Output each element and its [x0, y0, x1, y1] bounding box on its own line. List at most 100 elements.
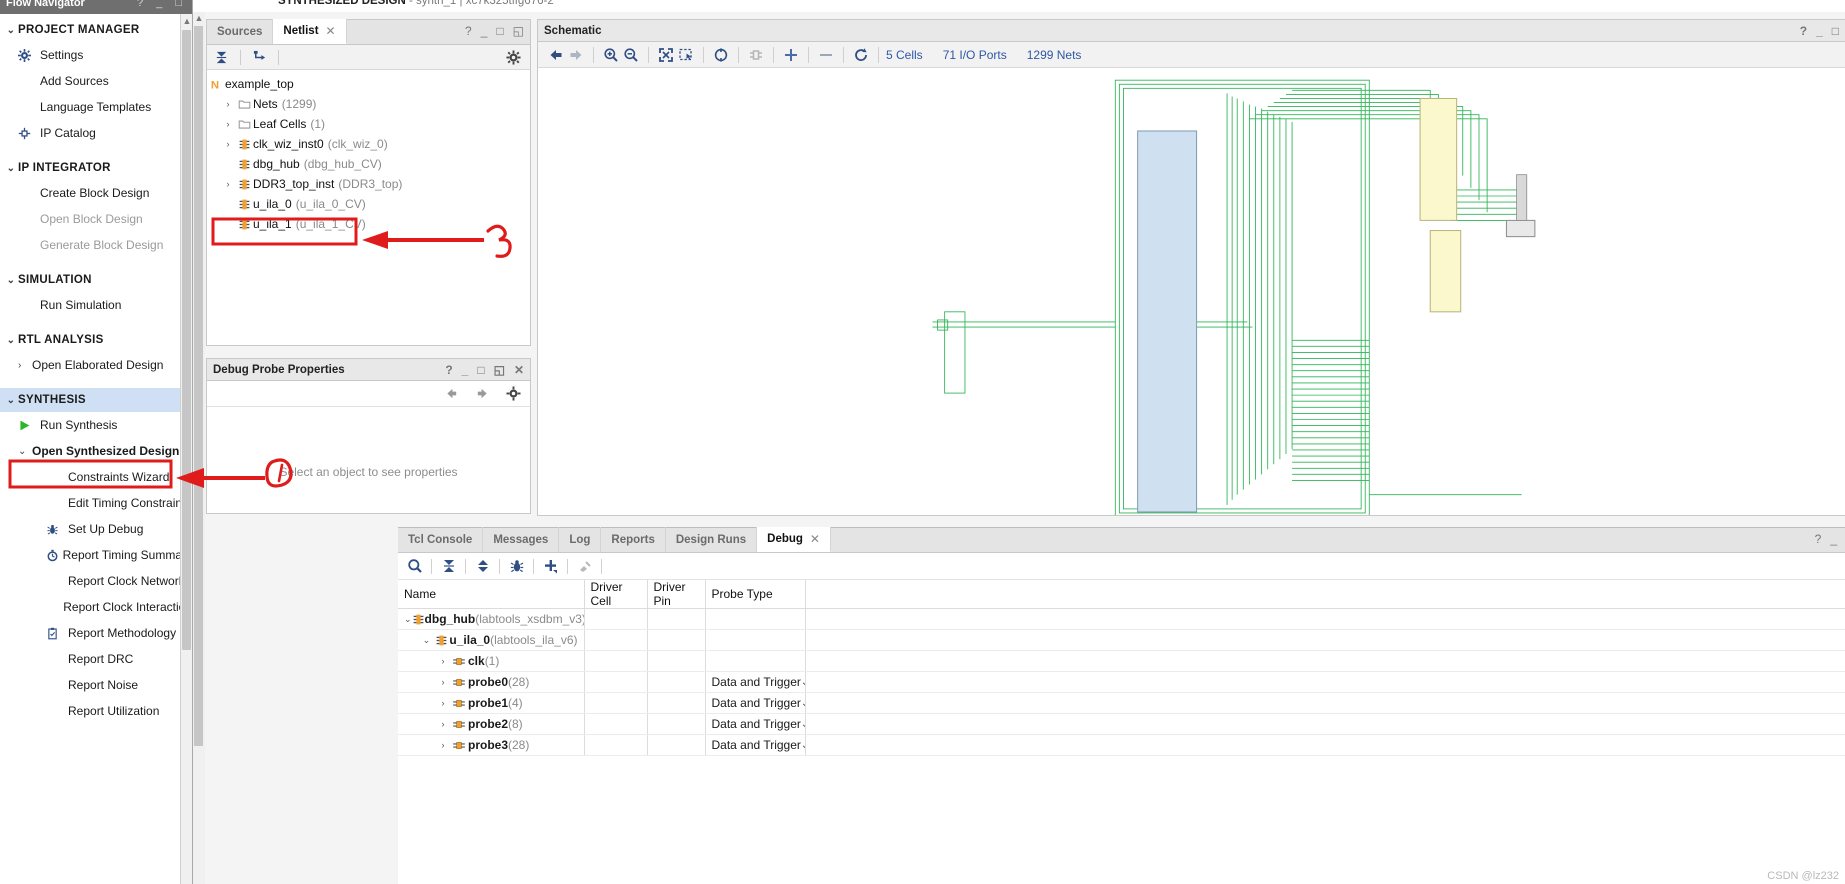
nav-item-run-synthesis[interactable]: Run Synthesis [0, 412, 192, 438]
help-icon[interactable]: ? [1815, 533, 1822, 545]
netlist-node-clk_wiz_inst0[interactable]: › clk_wiz_inst0 (clk_wiz_0) [207, 134, 530, 154]
nav-item-create-block-design[interactable]: Create Block Design [0, 180, 192, 206]
nav-section-synthesis[interactable]: ⌄ SYNTHESIS [0, 388, 192, 412]
netlist-window-buttons[interactable]: ? _ □ ◱ [465, 25, 524, 37]
tab-log[interactable]: Log [559, 527, 602, 552]
schematic-window-buttons[interactable]: ? _ □ [1800, 25, 1839, 37]
probe-type-cell[interactable]: Data and Trigger⌄ [705, 734, 806, 756]
nav-section-simulation[interactable]: ⌄ SIMULATION [0, 268, 192, 292]
nav-item-edit-timing-constraints[interactable]: Edit Timing Constraints [0, 490, 192, 516]
table-row[interactable]: › probe0(28) Data and Trigger⌄ [398, 671, 1845, 693]
minimize-icon[interactable]: _ [462, 364, 469, 376]
nav-item-settings[interactable]: Settings [0, 42, 192, 68]
nav-item-set-up-debug[interactable]: Set Up Debug [0, 516, 192, 542]
chevron-down-icon[interactable]: ⌄ [801, 677, 804, 688]
collapse-all-icon[interactable] [440, 558, 457, 575]
probe-name-cell[interactable]: ⌄ dbg_hub (labtools_xsdbm_v3) [398, 608, 585, 630]
forward-arrow-icon[interactable] [566, 46, 586, 63]
nav-item-open-elaborated-design[interactable]: › Open Elaborated Design [0, 352, 192, 378]
nav-item-report-clock-interaction[interactable]: Report Clock Interaction [0, 594, 192, 620]
expand-cell-icon[interactable] [746, 46, 766, 63]
console-window-buttons[interactable]: ? _ [1815, 533, 1837, 545]
minimize-icon[interactable]: _ [1816, 25, 1823, 37]
gear-icon[interactable] [505, 385, 522, 402]
chevron-right-icon[interactable]: › [221, 119, 235, 129]
chevron-down-icon[interactable]: ⌄ [404, 614, 412, 625]
assign-probe-icon[interactable] [576, 558, 593, 575]
column-header-name[interactable]: Name [398, 580, 585, 609]
tab-sources[interactable]: Sources [207, 19, 274, 44]
reload-icon[interactable] [851, 46, 871, 63]
probes-table-body[interactable]: ⌄ dbg_hub (labtools_xsdbm_v3) ⌄ u_ila_0 (labt… [398, 608, 1845, 756]
workspace-scroll-up-icon[interactable]: ▲ [193, 12, 205, 24]
help-icon[interactable]: ? [445, 364, 452, 376]
column-header-driver-cell[interactable]: Driver Cell [584, 580, 648, 609]
chevron-right-icon[interactable]: › [436, 698, 450, 708]
refresh-layout-icon[interactable] [711, 46, 731, 63]
search-icon[interactable] [406, 558, 423, 575]
nav-item-open-synthesized-design[interactable]: ⌄ Open Synthesized Design [0, 438, 192, 464]
maximize-icon[interactable]: □ [496, 25, 503, 37]
schematic-stat-1[interactable]: 71 I/O Ports [943, 48, 1007, 62]
help-icon[interactable]: ? [1800, 25, 1807, 37]
forward-arrow-icon[interactable] [474, 385, 491, 402]
probe-name-cell[interactable]: › probe3 (28) [398, 734, 585, 756]
schematic-canvas[interactable] [538, 68, 1845, 515]
column-header-driver-pin[interactable]: Driver Pin [647, 580, 706, 609]
close-icon[interactable]: ✕ [514, 364, 524, 376]
nav-item-report-utilization[interactable]: Report Utilization [0, 698, 192, 724]
minimize-icon[interactable]: _ [1830, 533, 1837, 545]
collapse-all-icon[interactable] [213, 49, 230, 66]
scroll-up-arrow-icon[interactable]: ▲ [181, 14, 192, 28]
schematic-stat-0[interactable]: 5 Cells [886, 48, 923, 62]
nav-item-add-sources[interactable]: Add Sources [0, 68, 192, 94]
chevron-down-icon[interactable]: ⌄ [801, 719, 804, 730]
chevron-right-icon[interactable]: › [221, 139, 235, 149]
netlist-node-ddr3_top_inst[interactable]: › DDR3_top_inst (DDR3_top) [207, 174, 530, 194]
nav-item-run-simulation[interactable]: Run Simulation [0, 292, 192, 318]
float-icon[interactable]: ◱ [513, 25, 524, 37]
scrollbar-thumb[interactable] [182, 30, 191, 650]
netlist-tree[interactable]: Nexample_top › Nets (1299) › Leaf Cells (1) › cl… [207, 70, 530, 345]
nav-item-report-methodology[interactable]: Report Methodology [0, 620, 192, 646]
probe-name-cell[interactable]: › probe0 (28) [398, 671, 585, 693]
nav-item-language-templates[interactable]: Language Templates [0, 94, 192, 120]
tab-debug[interactable]: Debug ✕ [757, 527, 831, 552]
netlist-root-row[interactable]: Nexample_top [207, 74, 530, 94]
table-row[interactable]: › clk (1) [398, 650, 1845, 672]
dpp-window-buttons[interactable]: ? _ □ ◱ ✕ [445, 364, 524, 376]
maximize-icon[interactable]: □ [477, 364, 484, 376]
zoom-in-icon[interactable] [601, 46, 621, 63]
chevron-down-icon[interactable]: ⌄ [420, 635, 433, 646]
netlist-node-nets[interactable]: › Nets (1299) [207, 94, 530, 114]
tab-design-runs[interactable]: Design Runs [666, 527, 758, 552]
nav-item-ip-catalog[interactable]: IP Catalog [0, 120, 192, 146]
maximize-icon[interactable]: □ [1832, 25, 1839, 37]
netlist-node-leaf-cells[interactable]: › Leaf Cells (1) [207, 114, 530, 134]
chevron-right-icon[interactable]: › [436, 740, 450, 750]
probe-type-cell[interactable] [705, 629, 806, 651]
flow-navigator-window-buttons[interactable]: ? _ □ [137, 0, 187, 9]
flow-navigator-scrollbar[interactable]: ▲ [180, 14, 192, 884]
nav-item-constraints-wizard[interactable]: Constraints Wizard [0, 464, 192, 490]
netlist-node-u_ila_1[interactable]: u_ila_1 (u_ila_1_CV) [207, 214, 530, 234]
minimize-icon[interactable]: _ [481, 25, 488, 37]
table-row[interactable]: › probe1(4) Data and Trigger⌄ [398, 692, 1845, 714]
probe-type-cell[interactable]: Data and Trigger⌄ [705, 713, 806, 735]
chevron-down-icon[interactable]: ⌄ [801, 698, 804, 709]
probe-name-cell[interactable]: ⌄ u_ila_0 (labtools_ila_v6) [398, 629, 585, 651]
tab-netlist[interactable]: Netlist ✕ [273, 19, 347, 44]
nav-item-report-timing-summary[interactable]: Report Timing Summary [0, 542, 192, 568]
tab-messages[interactable]: Messages [483, 527, 560, 552]
column-header-probe-type[interactable]: Probe Type [705, 580, 806, 609]
close-icon[interactable]: ✕ [326, 24, 336, 38]
chevron-right-icon[interactable]: › [221, 179, 235, 189]
expand-selection-icon[interactable] [251, 49, 268, 66]
netlist-node-dbg_hub[interactable]: dbg_hub (dbg_hub_CV) [207, 154, 530, 174]
help-icon[interactable]: ? [465, 25, 472, 37]
chevron-down-icon[interactable]: ⌄ [801, 740, 804, 751]
workspace-scrollbar-thumb[interactable] [194, 26, 203, 746]
workspace-scrollbar[interactable]: ▲ [193, 12, 205, 884]
add-cell-icon[interactable] [781, 46, 801, 63]
back-arrow-icon[interactable] [443, 385, 460, 402]
